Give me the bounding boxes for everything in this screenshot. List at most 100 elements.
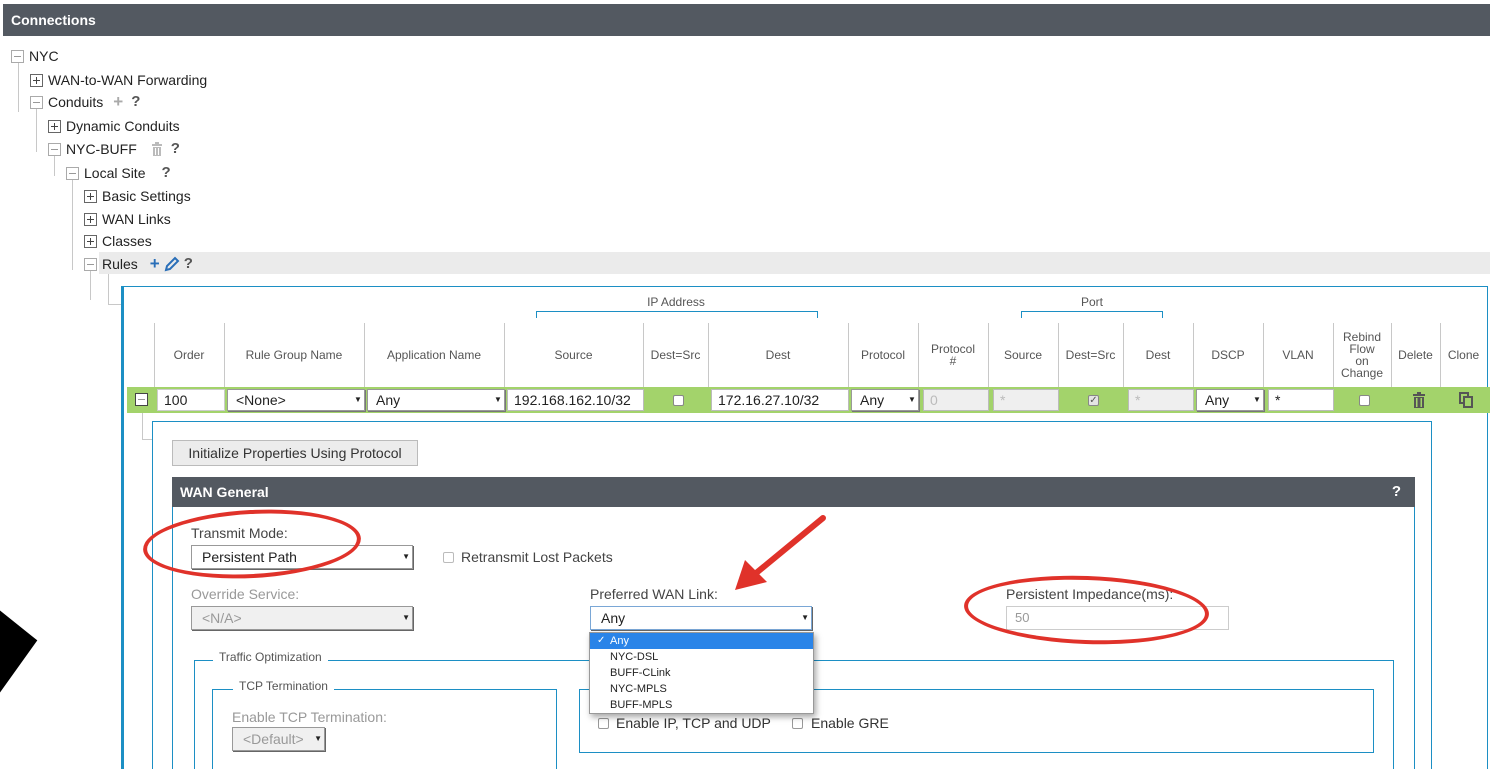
column-header-protocol-number[interactable]: Protocol # xyxy=(918,323,988,387)
tree-node-conduits[interactable]: Conduits + ? xyxy=(30,93,140,111)
column-header-order[interactable]: Order xyxy=(154,323,224,387)
column-header-vlan[interactable]: VLAN xyxy=(1263,323,1333,387)
dropdown-option[interactable]: BUFF-CLink xyxy=(590,665,813,681)
column-header-ip-dest[interactable]: Dest xyxy=(708,323,848,387)
column-header-ip-dest-src[interactable]: Dest=Src xyxy=(643,323,708,387)
minus-toggle-icon[interactable] xyxy=(11,49,24,63)
application-select[interactable]: Any ▼ xyxy=(367,389,505,411)
tree-label-wan-links: WAN Links xyxy=(102,211,171,227)
tree-node-dynamic-conduits[interactable]: Dynamic Conduits xyxy=(48,117,180,135)
column-header-ip-source[interactable]: Source xyxy=(504,323,643,387)
header-line: # xyxy=(949,354,957,368)
minus-toggle-icon[interactable] xyxy=(30,95,43,109)
tree-label-basic-settings: Basic Settings xyxy=(102,188,191,204)
tree-node-nyc-buff[interactable]: NYC-BUFF ? xyxy=(48,140,180,158)
column-header-clone[interactable]: Clone xyxy=(1440,323,1487,387)
column-header-dscp[interactable]: DSCP xyxy=(1193,323,1263,387)
retransmit-label: Retransmit Lost Packets xyxy=(461,549,613,565)
preferred-wan-link-label: Preferred WAN Link: xyxy=(590,586,718,602)
wan-general-header: WAN General ? xyxy=(172,477,1415,507)
help-icon[interactable]: ? xyxy=(131,93,140,111)
add-icon[interactable]: + xyxy=(113,93,123,111)
tree-label-local-site: Local Site xyxy=(84,165,146,181)
port-dest-src-checkbox[interactable]: ✓ xyxy=(1088,395,1099,406)
dropdown-option[interactable]: NYC-DSL xyxy=(590,649,813,665)
column-header-port-dest[interactable]: Dest xyxy=(1123,323,1193,387)
order-input[interactable]: 100 xyxy=(157,389,225,411)
trash-icon[interactable] xyxy=(151,142,163,156)
enable-tcp-termination-select[interactable]: <Default> ▼ xyxy=(232,727,325,751)
column-header-port-source[interactable]: Source xyxy=(988,323,1058,387)
application-value: Any xyxy=(376,392,401,408)
tree-node-classes[interactable]: Classes xyxy=(84,232,152,250)
override-service-select[interactable]: <N/A> ▼ xyxy=(191,606,413,630)
pencil-icon[interactable] xyxy=(164,256,180,272)
tree-node-wan-to-wan[interactable]: WAN-to-WAN Forwarding xyxy=(30,71,207,89)
column-header-protocol[interactable]: Protocol xyxy=(848,323,918,387)
trash-icon[interactable] xyxy=(1412,392,1426,408)
option-label: BUFF-MPLS xyxy=(610,699,673,711)
initialize-properties-button[interactable]: Initialize Properties Using Protocol xyxy=(172,440,418,466)
column-header-application[interactable]: Application Name xyxy=(364,323,504,387)
ip-source-input[interactable]: 192.168.162.10/32 xyxy=(507,389,644,411)
tree-node-rules[interactable]: Rules + ? xyxy=(84,255,193,273)
tree-node-wan-links[interactable]: WAN Links xyxy=(84,210,171,228)
rule-group-select[interactable]: <None> ▼ xyxy=(227,389,365,411)
override-service-label: Override Service: xyxy=(191,586,300,602)
plus-toggle-icon[interactable] xyxy=(84,212,97,226)
rules-row-highlight xyxy=(99,252,1490,274)
group-header-ip-address: IP Address xyxy=(647,295,705,309)
tree-label-classes: Classes xyxy=(102,233,152,249)
vlan-input[interactable]: * xyxy=(1268,389,1334,411)
help-icon[interactable]: ? xyxy=(1392,477,1401,507)
plus-toggle-icon[interactable] xyxy=(84,234,97,248)
port-source-input[interactable]: * xyxy=(993,389,1059,411)
tree-label-rules: Rules xyxy=(102,256,138,272)
override-service-value: <N/A> xyxy=(202,610,242,626)
tree-label-nyc: NYC xyxy=(29,48,59,64)
retransmit-checkbox[interactable] xyxy=(443,552,454,563)
chevron-down-icon: ▼ xyxy=(908,395,916,404)
column-header-rebind-flow[interactable]: Rebind Flow on Change xyxy=(1333,323,1391,387)
plus-toggle-icon[interactable] xyxy=(84,189,97,203)
add-rule-icon[interactable]: + xyxy=(150,255,160,273)
tree-node-local-site[interactable]: Local Site ? xyxy=(66,164,171,182)
enable-ip-tcp-udp-checkbox[interactable] xyxy=(598,718,609,729)
clone-icon[interactable] xyxy=(1459,392,1473,408)
traffic-optimization-legend: Traffic Optimization xyxy=(213,650,328,664)
column-header-rule-group[interactable]: Rule Group Name xyxy=(224,323,364,387)
dscp-select[interactable]: Any ▼ xyxy=(1196,389,1264,411)
rebind-flow-checkbox[interactable] xyxy=(1359,395,1370,406)
plus-toggle-icon[interactable] xyxy=(30,73,43,87)
help-icon[interactable]: ? xyxy=(161,164,170,182)
dropdown-option[interactable]: BUFF-MPLS xyxy=(590,697,813,713)
tree-line xyxy=(36,108,37,152)
preferred-wan-link-select[interactable]: Any ▼ xyxy=(590,606,812,630)
minus-toggle-icon[interactable] xyxy=(66,166,79,180)
minus-toggle-icon[interactable] xyxy=(48,142,61,156)
port-dest-input[interactable]: * xyxy=(1128,389,1194,411)
enable-gre-checkbox[interactable] xyxy=(792,718,803,729)
tree-node-nyc[interactable]: NYC xyxy=(11,47,59,65)
plus-toggle-icon[interactable] xyxy=(48,119,61,133)
protocol-select[interactable]: Any ▼ xyxy=(851,389,919,411)
dropdown-option-selected[interactable]: ✓ Any xyxy=(590,633,813,649)
enable-ip-tcp-udp-label: Enable IP, TCP and UDP xyxy=(616,715,771,731)
chevron-down-icon: ▼ xyxy=(314,734,322,743)
ip-dest-input[interactable]: 172.16.27.10/32 xyxy=(711,389,849,411)
ip-dest-src-checkbox[interactable] xyxy=(673,395,684,406)
table-row: 100 <None> ▼ Any ▼ 192.168.162.10/32 172.1… xyxy=(127,387,1490,413)
dropdown-option[interactable]: NYC-MPLS xyxy=(590,681,813,697)
help-icon[interactable]: ? xyxy=(184,255,193,273)
option-label: Any xyxy=(610,635,629,647)
protocol-number-input[interactable]: 0 xyxy=(923,389,989,411)
help-icon[interactable]: ? xyxy=(171,140,180,158)
minus-toggle-icon[interactable] xyxy=(84,257,97,271)
column-header-delete[interactable]: Delete xyxy=(1391,323,1440,387)
tree-node-basic-settings[interactable]: Basic Settings xyxy=(84,187,191,205)
preferred-wan-link-dropdown: ✓ Any NYC-DSL BUFF-CLink NYC-MPLS BUFF-MP… xyxy=(589,632,814,714)
enable-tcp-termination-label: Enable TCP Termination: xyxy=(232,709,387,725)
column-header-port-dest-src[interactable]: Dest=Src xyxy=(1058,323,1123,387)
connections-title-bar: Connections xyxy=(3,4,1490,36)
collapse-row-icon[interactable] xyxy=(135,393,148,406)
